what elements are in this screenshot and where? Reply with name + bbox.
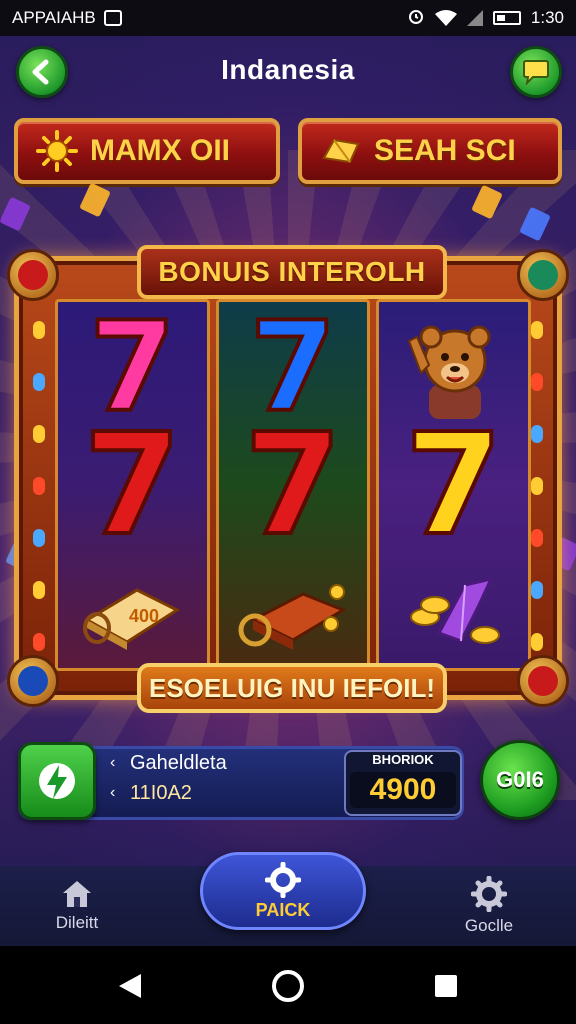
nav-settings-label: Goclle <box>464 916 514 935</box>
lamps-left <box>31 321 47 651</box>
info-value: 11I0A2 <box>130 782 192 804</box>
svg-text:400: 400 <box>129 606 159 626</box>
coins-purple-gem-icon <box>379 550 528 670</box>
gear-icon <box>265 861 301 898</box>
corner-ornament <box>7 655 59 707</box>
alarm-icon <box>407 7 425 30</box>
lamps-right <box>529 321 545 651</box>
status-app-label: APPAIAHB <box>12 8 96 27</box>
top-button-1-label: MAMX OII <box>90 134 230 167</box>
bet-label: BHORIOK <box>372 752 434 767</box>
treasure-scroll-icon <box>219 550 368 670</box>
gold-bar-icon <box>322 138 360 164</box>
nav-center-label: PAICK <box>255 899 311 920</box>
chat-icon <box>523 60 549 85</box>
bonus-banner: BONUIS INTEROLH <box>137 245 447 299</box>
page-title: Indanesia <box>221 54 355 85</box>
cash-stack-icon: 400 <box>58 550 207 670</box>
go-button[interactable]: G0I6 <box>480 740 560 820</box>
sun-icon <box>36 130 78 172</box>
photo-icon <box>103 10 122 26</box>
wifi-icon <box>434 10 457 26</box>
signal-icon <box>466 10 483 26</box>
status-time: 1:30 <box>530 8 564 27</box>
top-button-2-label: SEAH SCI <box>374 134 516 167</box>
lightning-button[interactable] <box>18 742 96 820</box>
settings-gear-icon <box>471 876 507 912</box>
corner-ornament <box>7 249 59 301</box>
square-recents-icon <box>435 975 457 997</box>
nav-home-label: Dileitt <box>55 913 99 932</box>
top-button-1[interactable]: MAMX OII <box>14 118 280 184</box>
bet-value[interactable]: 4900 <box>350 772 456 808</box>
chat-button[interactable] <box>510 46 562 98</box>
reel-3[interactable]: 7 <box>376 299 532 671</box>
home-icon <box>63 881 91 907</box>
corner-ornament <box>517 655 569 707</box>
reel-1[interactable]: 7 7 400 <box>55 299 210 671</box>
system-back-button[interactable] <box>110 966 150 1006</box>
system-home-button[interactable] <box>268 966 308 1006</box>
status-bar: APPAIAHB 1:30 <box>0 0 576 36</box>
nav-home[interactable]: Dileitt <box>22 866 132 946</box>
corner-ornament <box>517 249 569 301</box>
info-marker-icon: ‹ <box>110 754 116 771</box>
seven-gold-symbol: 7 <box>403 404 504 567</box>
reel-2[interactable]: 7 7 <box>215 299 371 671</box>
slot-machine: 7 7 400 7 7 7 BONUIS INTEROLH ESOELUIG I… <box>7 245 569 713</box>
circle-home-icon <box>272 970 304 1002</box>
top-button-2[interactable]: SEAH SCI <box>298 118 562 184</box>
system-recents-button[interactable] <box>426 966 466 1006</box>
lightning-icon <box>39 763 75 799</box>
battery-icon <box>492 11 521 25</box>
reels-container: 7 7 400 7 7 7 <box>55 299 532 671</box>
info-marker-icon: ‹ <box>110 784 116 801</box>
info-label: Gaheldleta <box>130 752 227 774</box>
nav-center-button[interactable]: PAICK <box>200 852 366 930</box>
seven-red-symbol: 7 <box>242 404 343 567</box>
bottom-banner[interactable]: ESOELUIG INU IEFOIL! <box>137 663 447 713</box>
nav-settings[interactable]: Goclle <box>434 866 544 946</box>
seven-red-symbol: 7 <box>82 404 183 567</box>
triangle-back-icon <box>119 974 141 998</box>
